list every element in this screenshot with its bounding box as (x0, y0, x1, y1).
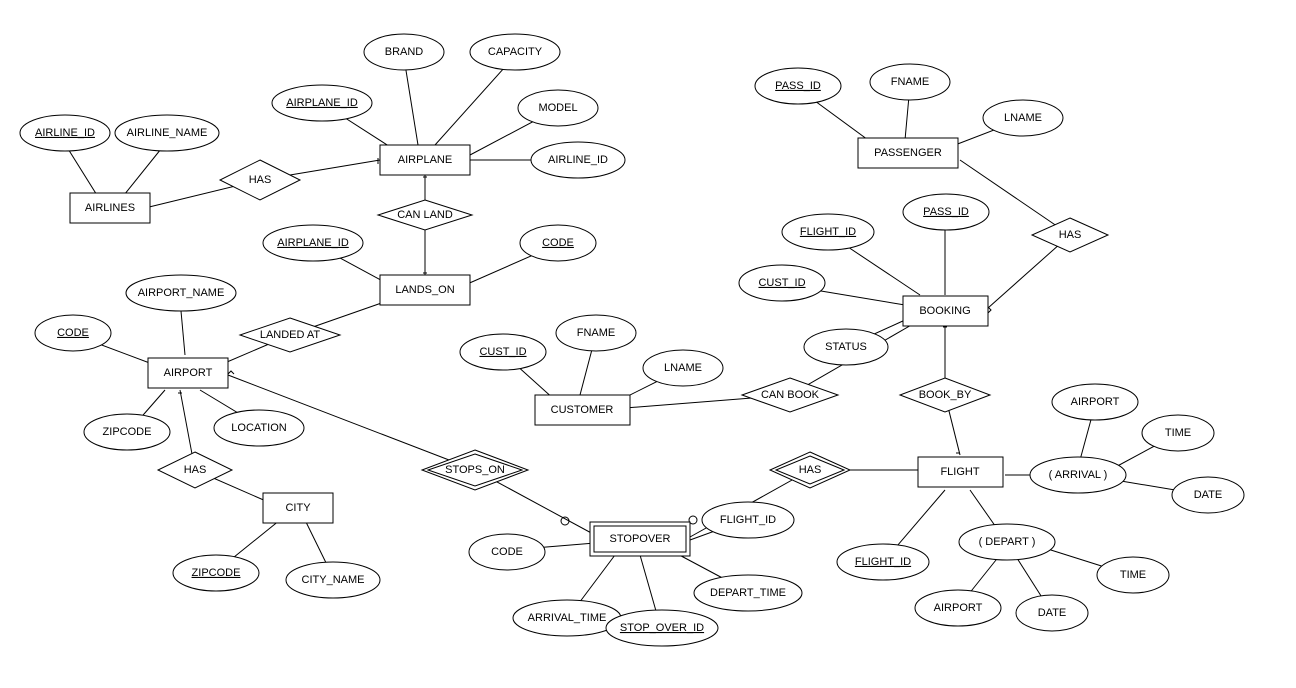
attr-location-label: LOCATION (231, 422, 286, 434)
attr-pass-id-label: PASS_ID (923, 206, 969, 218)
attr-flight-id-label: FLIGHT_ID (800, 226, 856, 238)
attr-airport-d-label: AIRPORT (934, 602, 983, 614)
rel-can-book-label: CAN BOOK (761, 389, 820, 401)
attr-date-d-label: DATE (1038, 607, 1067, 619)
rel-has-stopover-label: HAS (799, 464, 822, 476)
attr-depart-label: ( DEPART ) (979, 536, 1036, 548)
attr-stop-over-id-label: STOP_OVER_ID (620, 622, 704, 634)
rel-book-by-label: BOOK_BY (919, 389, 972, 401)
attr-time-a-label: TIME (1165, 427, 1191, 439)
entity-city-label: CITY (285, 502, 311, 514)
entity-passenger-label: PASSENGER (874, 147, 942, 159)
attr-arrival-label: ( ARRIVAL ) (1049, 469, 1108, 481)
attr-pass-id2-label: PASS_ID (775, 80, 821, 92)
entity-lands-on-label: LANDS_ON (395, 284, 454, 296)
attr-code3-label: CODE (491, 546, 523, 558)
attr-depart-time-label: DEPART_TIME (710, 587, 786, 599)
attr-airport-name-label: AIRPORT_NAME (138, 287, 225, 299)
entity-airport-label: AIRPORT (164, 367, 213, 379)
attr-arrival-time-label: ARRIVAL_TIME (528, 612, 607, 624)
attr-model-label: MODEL (538, 102, 577, 114)
rel-can-land-label: CAN LAND (397, 209, 453, 221)
attr-date-a-label: DATE (1194, 489, 1223, 501)
attr-fname-label: FNAME (577, 327, 616, 339)
rel-landed-at-label: LANDED AT (260, 329, 321, 341)
rel-has-passenger-label: HAS (1059, 229, 1082, 241)
attr-city-name-label: CITY_NAME (302, 574, 365, 586)
attr-code-label: CODE (542, 237, 574, 249)
attr-lname-label: LNAME (664, 362, 702, 374)
attr-lname2-label: LNAME (1004, 112, 1042, 124)
attr-cust-id-label: CUST_ID (479, 346, 526, 358)
entity-booking-label: BOOKING (919, 305, 970, 317)
attr-flight-id3-label: FLIGHT_ID (720, 514, 776, 526)
attr-capacity-label: CAPACITY (488, 46, 543, 58)
attr-status-label: STATUS (825, 341, 867, 353)
entity-stopover-label: STOPOVER (610, 533, 671, 545)
entity-flight-label: FLIGHT (940, 466, 979, 478)
rel-has-airlines-label: HAS (249, 174, 272, 186)
rel-has-city-label: HAS (184, 464, 207, 476)
attr-airplane-id2-label: AIRPLANE_ID (277, 237, 349, 249)
attr-brand-label: BRAND (385, 46, 424, 58)
attr-airline-id-label: AIRLINE_ID (35, 127, 95, 139)
attr-flight-id2-label: FLIGHT_ID (855, 556, 911, 568)
entity-customer-label: CUSTOMER (551, 404, 614, 416)
attr-time-d-label: TIME (1120, 569, 1146, 581)
attr-airplane-id-label: AIRPLANE_ID (286, 97, 358, 109)
attr-code2-label: CODE (57, 327, 89, 339)
attr-zipcode-label: ZIPCODE (103, 426, 152, 438)
attr-fname2-label: FNAME (891, 76, 930, 88)
entity-airplane-label: AIRPLANE (398, 154, 452, 166)
attr-airline-id2-label: AIRLINE_ID (548, 154, 608, 166)
rel-stops-on-label: STOPS_ON (445, 464, 505, 476)
er-diagram: AIRLINE_ID AIRLINE_NAME AIRPLANE_ID BRAN… (0, 0, 1296, 688)
entity-airlines-label: AIRLINES (85, 202, 135, 214)
attr-cust-id2-label: CUST_ID (758, 277, 805, 289)
attr-airport-a-label: AIRPORT (1071, 396, 1120, 408)
attr-airline-name-label: AIRLINE_NAME (127, 127, 208, 139)
attr-zipcode2-label: ZIPCODE (192, 567, 241, 579)
